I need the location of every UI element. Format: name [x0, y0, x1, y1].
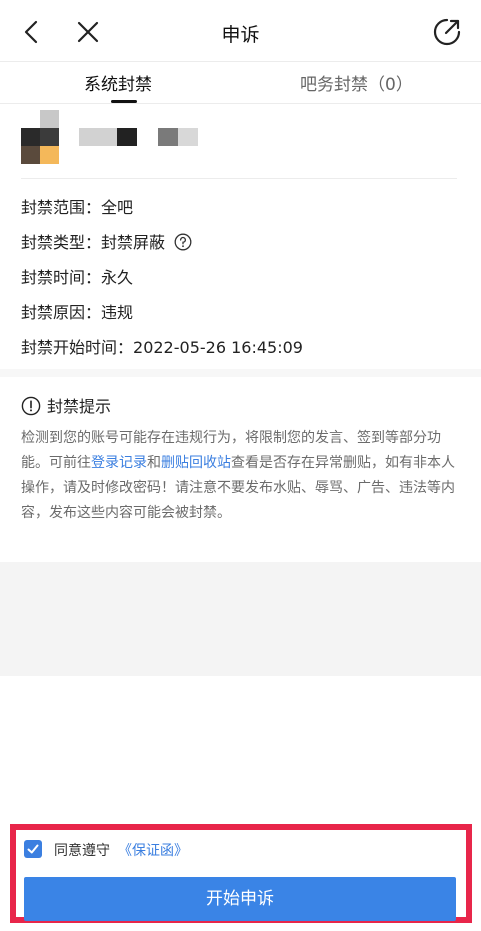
- ban-time-row: 封禁时间：永久: [21, 264, 133, 288]
- notice-text: 检测到您的账号可能存在违规行为，将限制您的发言、签到等部分功能。可前往登录记录和…: [21, 426, 461, 526]
- recycle-bin-link[interactable]: 删贴回收站: [161, 455, 231, 471]
- blurred-username-part: [117, 128, 137, 146]
- help-icon[interactable]: [174, 233, 192, 251]
- blurred-username: [79, 128, 117, 146]
- notice-title: 封禁提示: [47, 397, 112, 416]
- exclamation-circle-icon: [21, 396, 41, 416]
- ban-start-value: 2022-05-26 16:45:09: [133, 338, 303, 357]
- notice-text-part: 和: [147, 455, 161, 471]
- agreement-checkbox[interactable]: [24, 840, 42, 858]
- blurred-username-part: [158, 128, 178, 146]
- blurred-username-part: [178, 128, 198, 146]
- ban-time-label: 封禁时间：: [21, 268, 102, 287]
- ban-type-value: 封禁屏蔽: [101, 233, 166, 252]
- notice-header: 封禁提示: [21, 393, 111, 417]
- ban-start-row: 封禁开始时间：2022-05-26 16:45:09: [21, 334, 303, 358]
- section-gap: [0, 369, 481, 377]
- ban-scope-row: 封禁范围：全吧: [21, 194, 133, 218]
- tabs-divider: [0, 103, 481, 104]
- ban-start-label: 封禁开始时间：: [21, 338, 134, 357]
- ban-scope-value: 全吧: [101, 198, 134, 217]
- login-record-link[interactable]: 登录记录: [91, 455, 147, 471]
- top-bar: 申诉: [0, 0, 481, 62]
- ban-time-value: 永久: [101, 268, 134, 287]
- check-icon: [27, 844, 39, 854]
- ban-type-row: 封禁类型：封禁屏蔽: [21, 229, 192, 253]
- page-title: 申诉: [221, 24, 260, 46]
- tab-moderator-ban[interactable]: 吧务封禁（0）: [300, 70, 413, 95]
- account-divider: [21, 178, 457, 179]
- tab-bar: 系统封禁 吧务封禁（0）: [0, 62, 481, 104]
- empty-gray-area: [0, 562, 481, 676]
- guarantee-letter-link[interactable]: 《保证函》: [118, 840, 188, 860]
- ban-type-label: 封禁类型：: [21, 233, 102, 252]
- ban-scope-label: 封禁范围：: [21, 198, 102, 217]
- share-icon[interactable]: [431, 16, 463, 48]
- ban-reason-label: 封禁原因：: [21, 303, 102, 322]
- start-appeal-button[interactable]: 开始申诉: [24, 877, 456, 921]
- agreement-text: 同意遵守: [54, 843, 110, 859]
- avatar: [21, 110, 59, 164]
- ban-reason-row: 封禁原因：违规: [21, 299, 133, 323]
- tab-system-ban[interactable]: 系统封禁: [84, 70, 152, 95]
- ban-reason-value: 违规: [101, 303, 134, 322]
